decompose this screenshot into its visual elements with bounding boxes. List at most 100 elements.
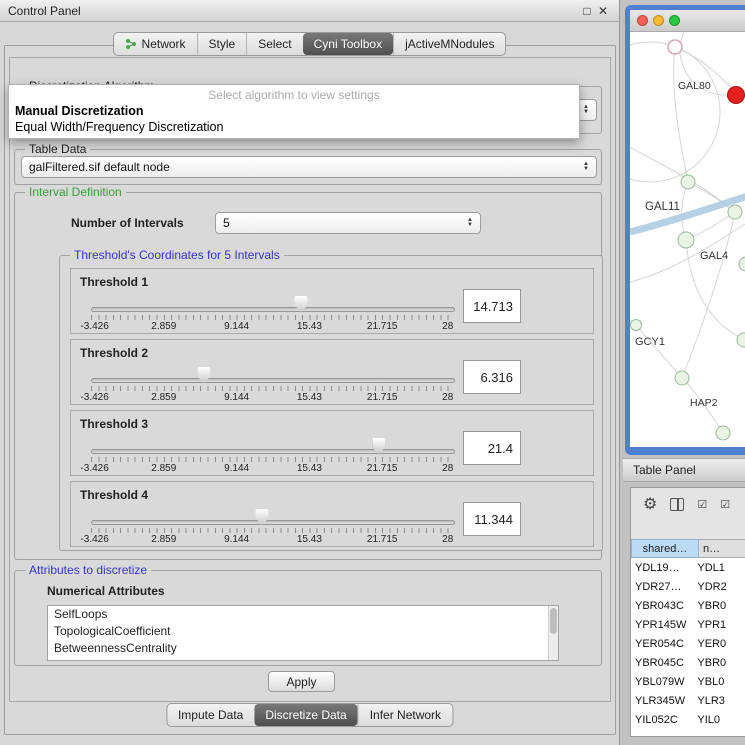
cell[interactable]: YDL19… <box>631 562 691 574</box>
table-row[interactable]: YBL079W YBL0 <box>631 672 745 691</box>
threshold-2-value-field[interactable]: 6.316 <box>463 360 521 394</box>
tab-discretize-data[interactable]: Discretize Data <box>254 704 357 726</box>
gear-icon[interactable]: ⚙ <box>643 494 657 514</box>
threshold-4-value-field[interactable]: 11.344 <box>463 502 521 536</box>
checkbox-icon[interactable]: ☑ <box>697 498 707 511</box>
table-row[interactable]: YDR27… YDR2 <box>631 577 745 596</box>
table-panel-header[interactable]: Table Panel <box>623 458 745 482</box>
float-button[interactable]: □ <box>579 4 595 18</box>
stepper-down-icon: ▼ <box>467 223 473 228</box>
network-node[interactable] <box>678 232 694 248</box>
threshold-1-value-field[interactable]: 14.713 <box>463 289 521 323</box>
tab-infer-network[interactable]: Infer Network <box>358 704 452 726</box>
cell[interactable]: YIL052C <box>631 714 691 726</box>
numerical-attributes-list[interactable]: SelfLoops TopologicalCoefficient Between… <box>47 605 559 661</box>
cell[interactable]: YDR2 <box>691 581 745 593</box>
table-row[interactable]: YDL19… YDL1 <box>631 558 745 577</box>
dropdown-option-equal-width[interactable]: Equal Width/Frequency Discretization <box>9 119 579 135</box>
cell[interactable]: YER0 <box>691 638 745 650</box>
threshold-3-slider[interactable]: -3.426 2.859 9.144 15.43 21.715 28 <box>91 433 455 477</box>
close-traffic-light[interactable] <box>637 15 648 26</box>
desktop: { "colors": { "window_bg": "#d7d7d7", "s… <box>0 0 745 745</box>
threshold-1-slider[interactable]: -3.426 2.859 9.144 15.43 21.715 28 <box>91 291 455 335</box>
network-view-window: GAL80 GAL11 GAL4 GCY1 HAP2 <box>625 5 745 455</box>
column-header-shared[interactable]: shared… <box>631 539 699 558</box>
minimize-traffic-light[interactable] <box>653 15 664 26</box>
scale-label: 2.859 <box>151 321 176 332</box>
cell[interactable]: YBL0 <box>691 676 745 688</box>
network-node[interactable] <box>675 371 689 385</box>
cell[interactable]: YLR345W <box>631 695 691 707</box>
network-node[interactable] <box>728 205 742 219</box>
table-row[interactable]: YBR043C YBR0 <box>631 596 745 615</box>
cell[interactable]: YDR27… <box>631 581 691 593</box>
table-row[interactable]: YER054C YER0 <box>631 634 745 653</box>
list-item[interactable]: BetweennessCentrality <box>48 640 558 657</box>
threshold-3-value-field[interactable]: 21.4 <box>463 431 521 465</box>
list-item[interactable]: SelfLoops <box>48 606 558 623</box>
network-window-titlebar[interactable] <box>630 10 745 32</box>
network-edge[interactable] <box>674 47 688 182</box>
network-node[interactable] <box>737 333 745 347</box>
cell[interactable]: YPR145W <box>631 619 691 631</box>
network-edge[interactable] <box>682 182 688 240</box>
apply-button[interactable]: Apply <box>268 671 335 692</box>
table-row[interactable]: YLR345W YLR3 <box>631 691 745 710</box>
slider-scale: -3.426 2.859 9.144 15.43 21.715 28 <box>91 534 455 546</box>
checkbox-icon[interactable]: ☑ <box>720 498 730 511</box>
top-tabbar: Network Style Select Cyni Toolbox jActiv… <box>113 32 507 56</box>
network-node[interactable] <box>668 40 682 54</box>
column-header-name[interactable]: n… <box>699 539 745 558</box>
scrollbar-thumb[interactable] <box>550 608 557 634</box>
stepper-icon[interactable]: ▲ ▼ <box>577 162 589 172</box>
stepper-icon[interactable]: ▲ ▼ <box>461 218 473 228</box>
thresholds-legend: Threshold's Coordinates for 5 Intervals <box>70 248 284 262</box>
network-node[interactable] <box>739 257 745 271</box>
network-node[interactable] <box>681 175 695 189</box>
tab-network[interactable]: Network <box>114 33 197 55</box>
slider-track[interactable] <box>91 378 455 383</box>
table-row[interactable]: YPR145W YPR1 <box>631 615 745 634</box>
cell[interactable]: YBR043C <box>631 600 691 612</box>
threshold-4-slider[interactable]: -3.426 2.859 9.144 15.43 21.715 28 <box>91 504 455 548</box>
tab-select[interactable]: Select <box>246 33 302 55</box>
close-button[interactable]: ✕ <box>595 4 611 18</box>
tab-impute-data[interactable]: Impute Data <box>167 704 254 726</box>
number-of-intervals-combobox[interactable]: 5 ▲ ▼ <box>215 212 481 234</box>
list-scrollbar[interactable] <box>548 606 558 660</box>
cell[interactable]: YIL0 <box>691 714 745 726</box>
network-node[interactable] <box>716 426 730 440</box>
cell[interactable]: YBL079W <box>631 676 691 688</box>
cell[interactable]: YDL1 <box>691 562 745 574</box>
cell[interactable]: YBR0 <box>691 657 745 669</box>
table-row[interactable]: YBR045C YBR0 <box>631 653 745 672</box>
tab-jactivemnodules[interactable]: jActiveMNodules <box>393 33 505 55</box>
tab-cyni-toolbox[interactable]: Cyni Toolbox <box>303 33 393 55</box>
cell[interactable]: YPR1 <box>691 619 745 631</box>
network-canvas[interactable]: GAL80 GAL11 GAL4 GCY1 HAP2 <box>630 32 745 447</box>
cell[interactable]: YBR0 <box>691 600 745 612</box>
network-node[interactable] <box>631 320 642 331</box>
table-row[interactable]: YIL052C YIL0 <box>631 710 745 729</box>
scale-label: 28 <box>442 392 453 403</box>
slider-track[interactable] <box>91 307 455 312</box>
threshold-2-slider[interactable]: -3.426 2.859 9.144 15.43 21.715 28 <box>91 362 455 406</box>
tab-style[interactable]: Style <box>197 33 247 55</box>
zoom-traffic-light[interactable] <box>669 15 680 26</box>
list-item[interactable]: TopologicalCoefficient <box>48 623 558 640</box>
network-edge[interactable] <box>636 325 682 378</box>
table-data-combobox[interactable]: galFiltered.sif default node ▲ ▼ <box>21 156 597 178</box>
control-panel-titlebar[interactable]: Control Panel □ ✕ <box>0 0 619 22</box>
threshold-3-label: Threshold 3 <box>80 417 148 431</box>
columns-icon[interactable] <box>670 498 684 511</box>
slider-track[interactable] <box>91 449 455 454</box>
network-edge[interactable] <box>630 42 720 182</box>
dropdown-option-manual[interactable]: Manual Discretization <box>9 103 579 119</box>
network-node-red[interactable] <box>728 87 745 104</box>
cell[interactable]: YBR045C <box>631 657 691 669</box>
scale-label: 9.144 <box>224 321 249 332</box>
cell[interactable]: YLR3 <box>691 695 745 707</box>
scale-label: -3.426 <box>80 463 108 474</box>
cell[interactable]: YER054C <box>631 638 691 650</box>
slider-track[interactable] <box>91 520 455 525</box>
